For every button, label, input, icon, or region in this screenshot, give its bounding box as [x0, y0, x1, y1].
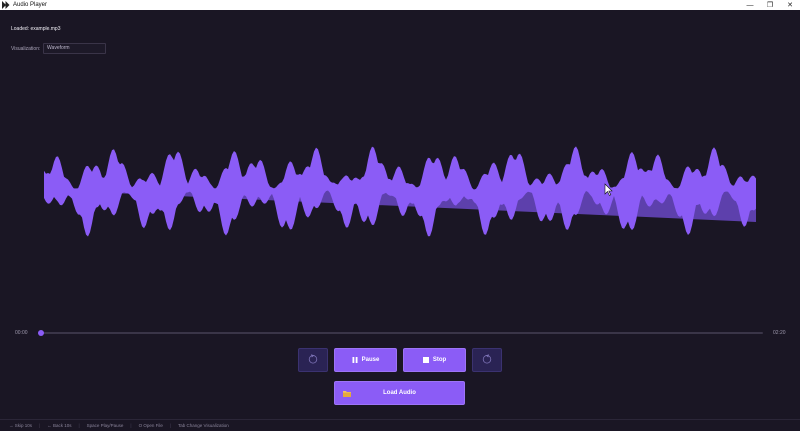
- current-time: 00:00: [15, 330, 28, 336]
- shortcut-hint: O Open File: [138, 423, 163, 428]
- shortcut-hints-bar: → Skip 10s | ← Back 10s | Space Play/Pau…: [0, 419, 800, 431]
- forward-button[interactable]: [472, 348, 502, 372]
- shortcut-hint: Space Play/Pause: [86, 423, 124, 428]
- shortcut-hint: Tab Change Visualization: [178, 423, 229, 428]
- close-button[interactable]: ✕: [780, 0, 800, 10]
- pause-button[interactable]: Pause: [334, 348, 397, 372]
- load-audio-button[interactable]: Load Audio: [334, 381, 465, 405]
- window-title: Audio Player: [13, 2, 48, 8]
- shortcut-hint: → Skip 10s: [9, 423, 33, 428]
- stop-label: Stop: [432, 357, 447, 363]
- minimize-button[interactable]: —: [740, 0, 760, 10]
- stop-button[interactable]: Stop: [403, 348, 466, 372]
- title-bar: Audio Player — ❐ ✕: [0, 0, 800, 10]
- seek-bar[interactable]: [38, 330, 763, 336]
- pause-label: Pause: [361, 357, 380, 363]
- seek-bar-thumb[interactable]: [38, 330, 44, 336]
- load-audio-label: Load Audio: [383, 390, 416, 396]
- forward-10-icon: [482, 354, 492, 366]
- visualization-label: Visualization:: [11, 46, 41, 52]
- shortcut-hint: ← Back 10s: [47, 423, 72, 428]
- visualization-select[interactable]: Waveform: [43, 43, 106, 54]
- pause-icon: [352, 357, 358, 363]
- total-time: 02:20: [773, 330, 786, 336]
- waveform-upper: [44, 146, 756, 190]
- maximize-button[interactable]: ❐: [760, 0, 780, 10]
- folder-icon: [343, 390, 351, 397]
- rewind-10-icon: [308, 354, 318, 366]
- loaded-file-label: Loaded: example.mp3: [11, 26, 61, 32]
- stop-icon: [422, 357, 429, 363]
- waveform-visualization: [44, 146, 756, 237]
- rewind-button[interactable]: [298, 348, 328, 372]
- app-icon: [2, 1, 10, 9]
